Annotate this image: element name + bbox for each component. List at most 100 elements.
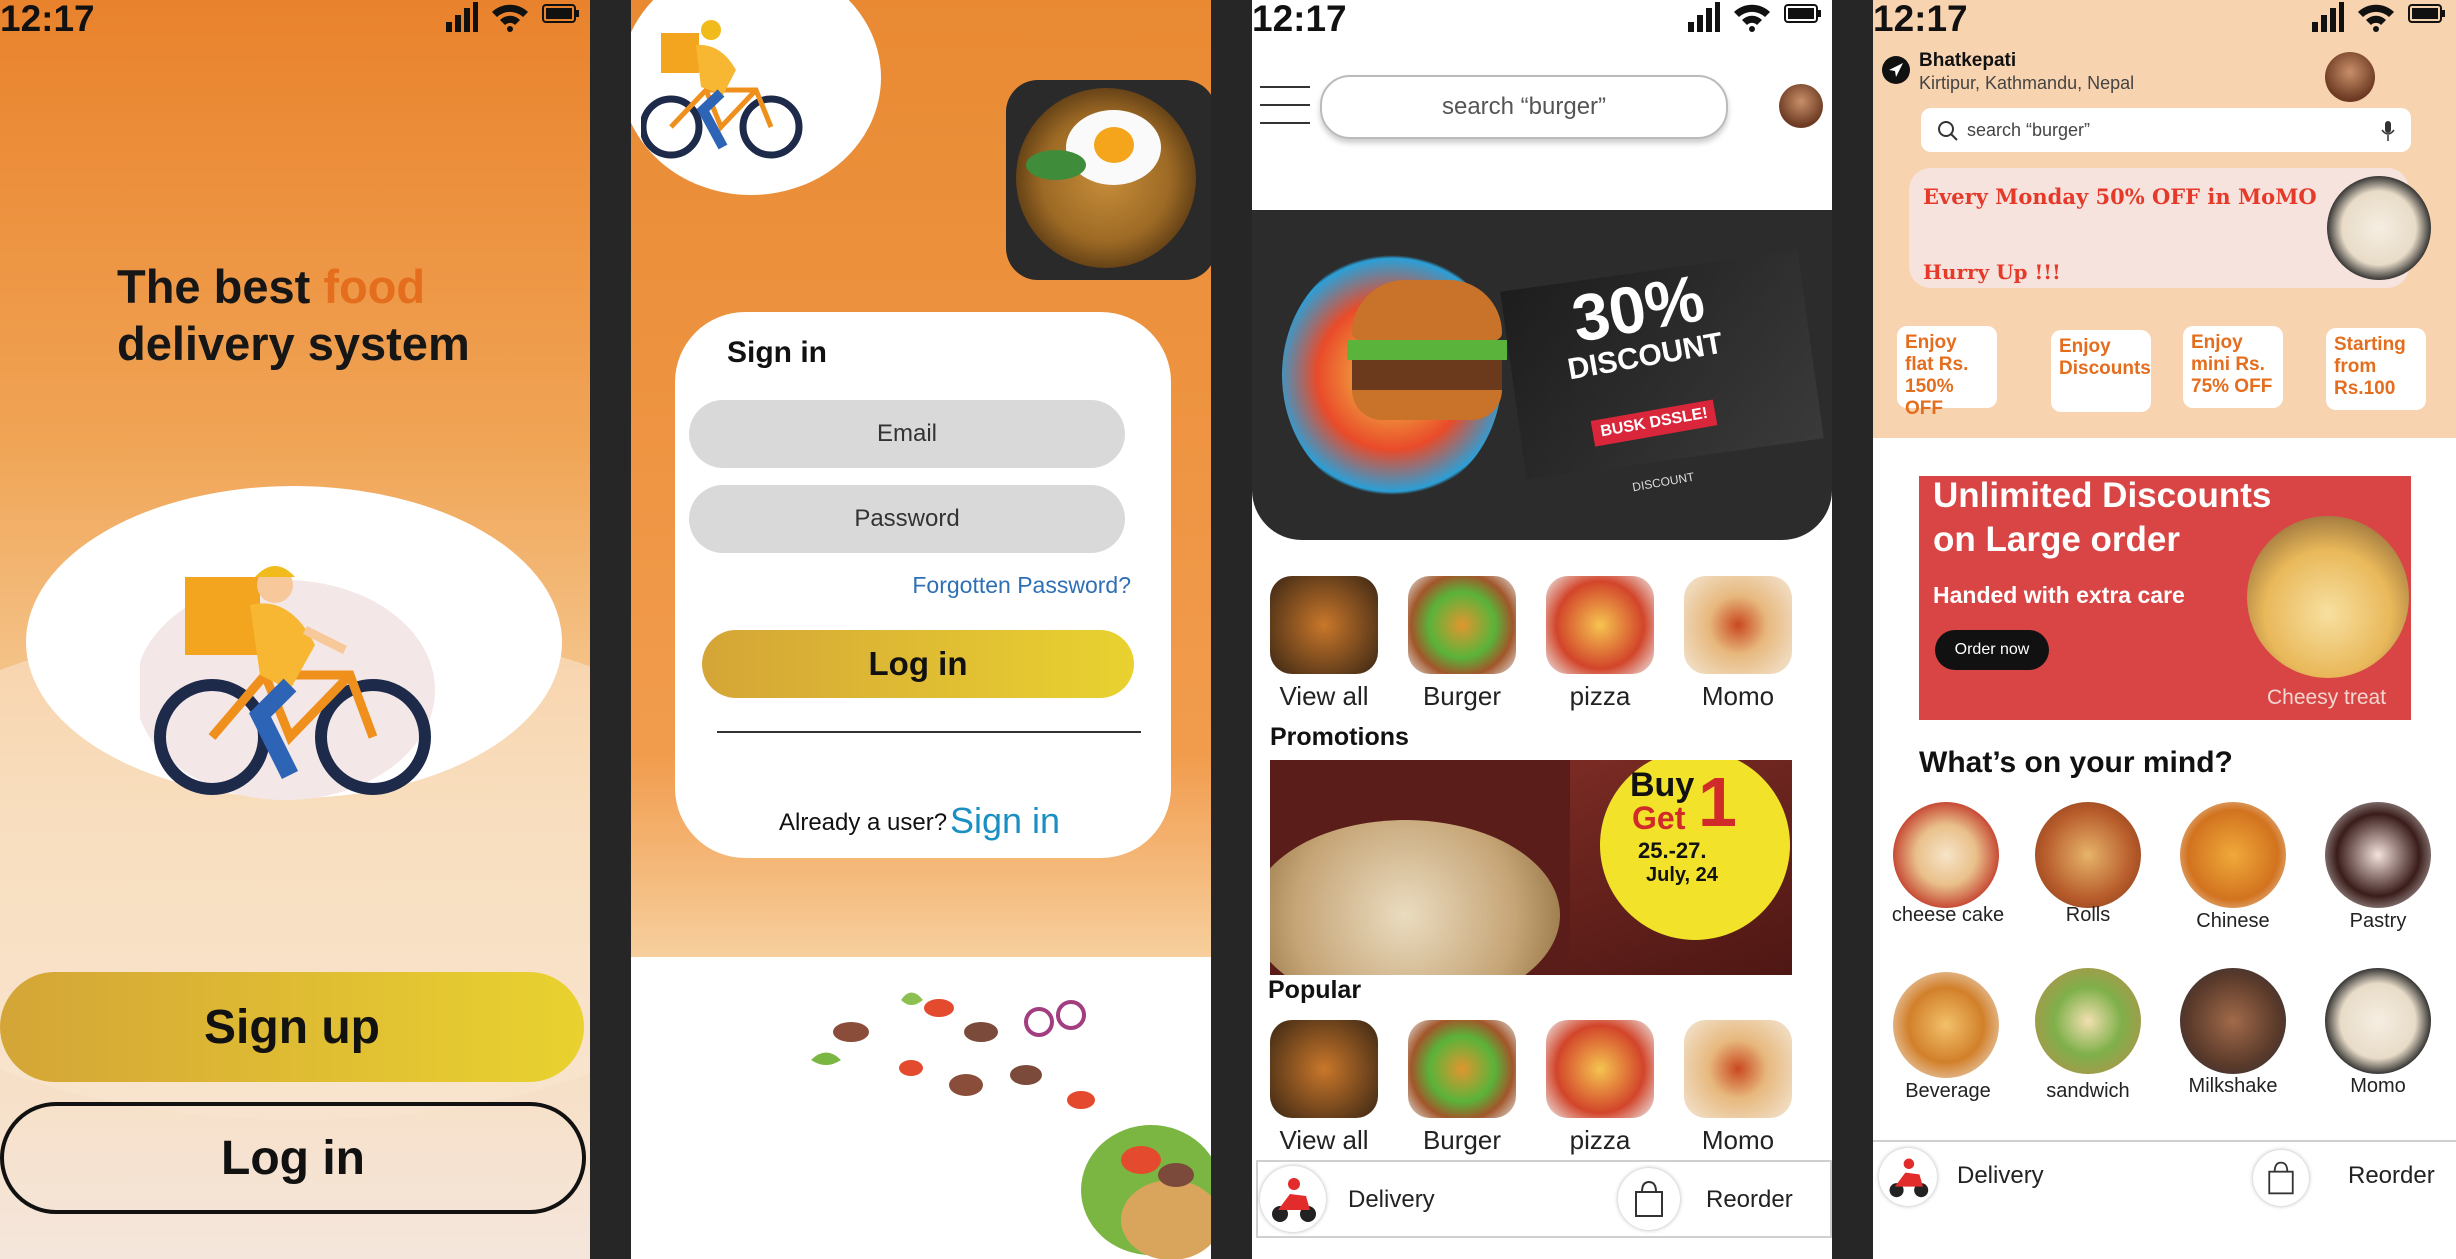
login-button[interactable]: Log in: [702, 630, 1134, 698]
home-screen-v2: 12:17 Bhatkepati Kirtipur, Kathmandu, Ne…: [1873, 0, 2456, 1259]
bottom-nav: Delivery Reorder: [1873, 1140, 2456, 1212]
delivery-icon[interactable]: [1879, 1148, 1937, 1206]
mind-label-sandwich[interactable]: sandwich: [2018, 1080, 2158, 1103]
reorder-bag-icon[interactable]: [1618, 1168, 1680, 1230]
signup-button[interactable]: Sign up: [0, 972, 584, 1082]
banner-subtitle: Handed with extra care: [1933, 582, 2185, 608]
popular-image-burger[interactable]: [1408, 1020, 1516, 1118]
password-field[interactable]: Password: [689, 485, 1125, 553]
nav-reorder-label[interactable]: Reorder: [1706, 1186, 1793, 1214]
popular-label-burger[interactable]: Burger: [1392, 1125, 1532, 1156]
status-time: 12:17: [1873, 0, 1968, 39]
mind-label-pastry[interactable]: Pastry: [2308, 910, 2448, 933]
delivery-cyclist-illustration: [641, 20, 803, 159]
promo-line2: Hurry Up !!!: [1923, 260, 2061, 284]
mind-image-milkshake[interactable]: [2180, 968, 2286, 1074]
search-placeholder: search “burger”: [1967, 120, 2091, 140]
mind-image-pastry[interactable]: [2325, 802, 2431, 908]
delivery-cyclist-illustration: [140, 566, 435, 800]
search-input[interactable]: search “burger”: [1320, 75, 1728, 139]
home-screen: 12:17 search “burger” 30% DISCOUNT BUSK …: [1252, 0, 1832, 1259]
nav-delivery-label[interactable]: Delivery: [1957, 1162, 2044, 1190]
popular-label-momo[interactable]: Momo: [1668, 1125, 1808, 1156]
popular-image-view-all[interactable]: [1270, 1020, 1378, 1118]
mind-label-beverage[interactable]: Beverage: [1878, 1080, 2018, 1103]
promotion-banner[interactable]: Buy Get 1 25.-27. July, 24: [1270, 760, 1792, 975]
category-image-momo[interactable]: [1684, 576, 1792, 674]
microphone-icon[interactable]: [2381, 120, 2395, 142]
mind-label-chinese[interactable]: Chinese: [2163, 910, 2303, 933]
already-user-text: Already a user?: [779, 809, 948, 836]
banner-title-line2: on Large order: [1933, 520, 2180, 559]
location-title[interactable]: Bhatkepati: [1919, 50, 2016, 72]
popular-label-pizza[interactable]: pizza: [1530, 1125, 1670, 1156]
mind-label-rolls[interactable]: Rolls: [2018, 904, 2158, 927]
popular-image-momo[interactable]: [1684, 1020, 1792, 1118]
battery-icon: [542, 4, 579, 23]
mind-image-rolls[interactable]: [2035, 802, 2141, 908]
avatar[interactable]: [2325, 52, 2375, 102]
noodle-dish-image: [1006, 80, 1211, 280]
flying-food-ingredients-image: [811, 992, 1211, 1259]
category-image-burger[interactable]: [1408, 576, 1516, 674]
forgot-password-link[interactable]: Forgotten Password?: [912, 572, 1131, 599]
divider: [717, 731, 1141, 733]
mind-label-milkshake[interactable]: Milkshake: [2163, 1075, 2303, 1098]
category-label-view-all[interactable]: View all: [1254, 681, 1394, 712]
popular-image-pizza[interactable]: [1546, 1020, 1654, 1118]
offer-card-discounts[interactable]: Enjoy Discounts: [2051, 330, 2151, 412]
avatar[interactable]: [1779, 84, 1823, 128]
mind-label-cheese-cake[interactable]: cheese cake: [1878, 904, 2018, 927]
battery-icon: [2408, 4, 2445, 23]
category-label-burger[interactable]: Burger: [1392, 681, 1532, 712]
mind-label-momo[interactable]: Momo: [2308, 1075, 2448, 1098]
category-image-pizza[interactable]: [1546, 576, 1654, 674]
login-button[interactable]: Log in: [0, 1102, 586, 1214]
reorder-bag-icon[interactable]: [2253, 1150, 2309, 1206]
location-subtitle: Kirtipur, Kathmandu, Nepal: [1919, 73, 2135, 93]
order-now-label: Order now: [1954, 641, 2030, 658]
mind-image-chinese[interactable]: [2180, 802, 2286, 908]
status-bar: 12:17: [1252, 0, 1832, 39]
nav-delivery-label[interactable]: Delivery: [1348, 1186, 1435, 1214]
signin-heading: Sign in: [727, 336, 827, 369]
email-placeholder: Email: [876, 420, 937, 447]
status-time: 12:17: [1252, 0, 1347, 39]
hero-title-prefix: The best: [117, 260, 324, 313]
promo-dates: 25.-27.: [1638, 838, 1707, 863]
signin-screen: Sign in Email Password Forgotten Passwor…: [631, 0, 1211, 1259]
whats-on-your-mind-title: What’s on your mind?: [1919, 746, 2233, 779]
onboarding-screen: 12:17 The best food delivery system Sign…: [0, 0, 590, 1259]
signin-link[interactable]: Sign in: [950, 800, 1060, 842]
nav-reorder-label[interactable]: Reorder: [2348, 1162, 2435, 1190]
mind-image-momo[interactable]: [2325, 968, 2431, 1074]
signal-icon: [446, 2, 478, 32]
search-input[interactable]: search “burger”: [1921, 108, 2411, 152]
signal-icon: [1688, 2, 1720, 32]
login-button-label: Log in: [221, 1131, 365, 1185]
mind-image-cheese-cake[interactable]: [1893, 802, 1999, 908]
email-field[interactable]: Email: [689, 400, 1125, 468]
delivery-icon[interactable]: [1260, 1166, 1326, 1232]
promotions-title: Promotions: [1270, 723, 1409, 751]
mind-image-sandwich[interactable]: [2035, 968, 2141, 1074]
battery-icon: [1784, 4, 1821, 23]
offer-card-mini-75[interactable]: Enjoy mini Rs. 75% OFF: [2183, 326, 2283, 408]
offer-card-starting-100[interactable]: Starting from Rs.100: [2326, 328, 2426, 410]
momo-promo-card[interactable]: Every Monday 50% OFF in MoMO Hurry Up !!…: [1909, 168, 2431, 288]
hero-title-line2: delivery system: [117, 317, 470, 370]
order-now-button[interactable]: Order now: [1935, 630, 2049, 670]
offer-card-flat-150[interactable]: Enjoy flat Rs. 150% OFF: [1897, 326, 1997, 419]
popular-label-view-all[interactable]: View all: [1254, 1125, 1394, 1156]
wifi-icon: [2358, 4, 2394, 32]
signal-icon: [2312, 2, 2344, 32]
discount-banner[interactable]: 30% DISCOUNT BUSK DSSLE! DISCOUNT: [1252, 210, 1832, 540]
category-label-momo[interactable]: Momo: [1668, 681, 1808, 712]
promo-line1: Every Monday 50% OFF in MoMO: [1923, 184, 2317, 209]
hamburger-menu-icon[interactable]: [1260, 82, 1312, 128]
category-label-pizza[interactable]: pizza: [1530, 681, 1670, 712]
hero-title: The best food delivery system: [117, 258, 470, 372]
unlimited-discount-banner[interactable]: Unlimited Discounts on Large order Hande…: [1919, 476, 2411, 720]
mind-image-beverage[interactable]: [1893, 972, 1999, 1078]
category-image-view-all[interactable]: [1270, 576, 1378, 674]
